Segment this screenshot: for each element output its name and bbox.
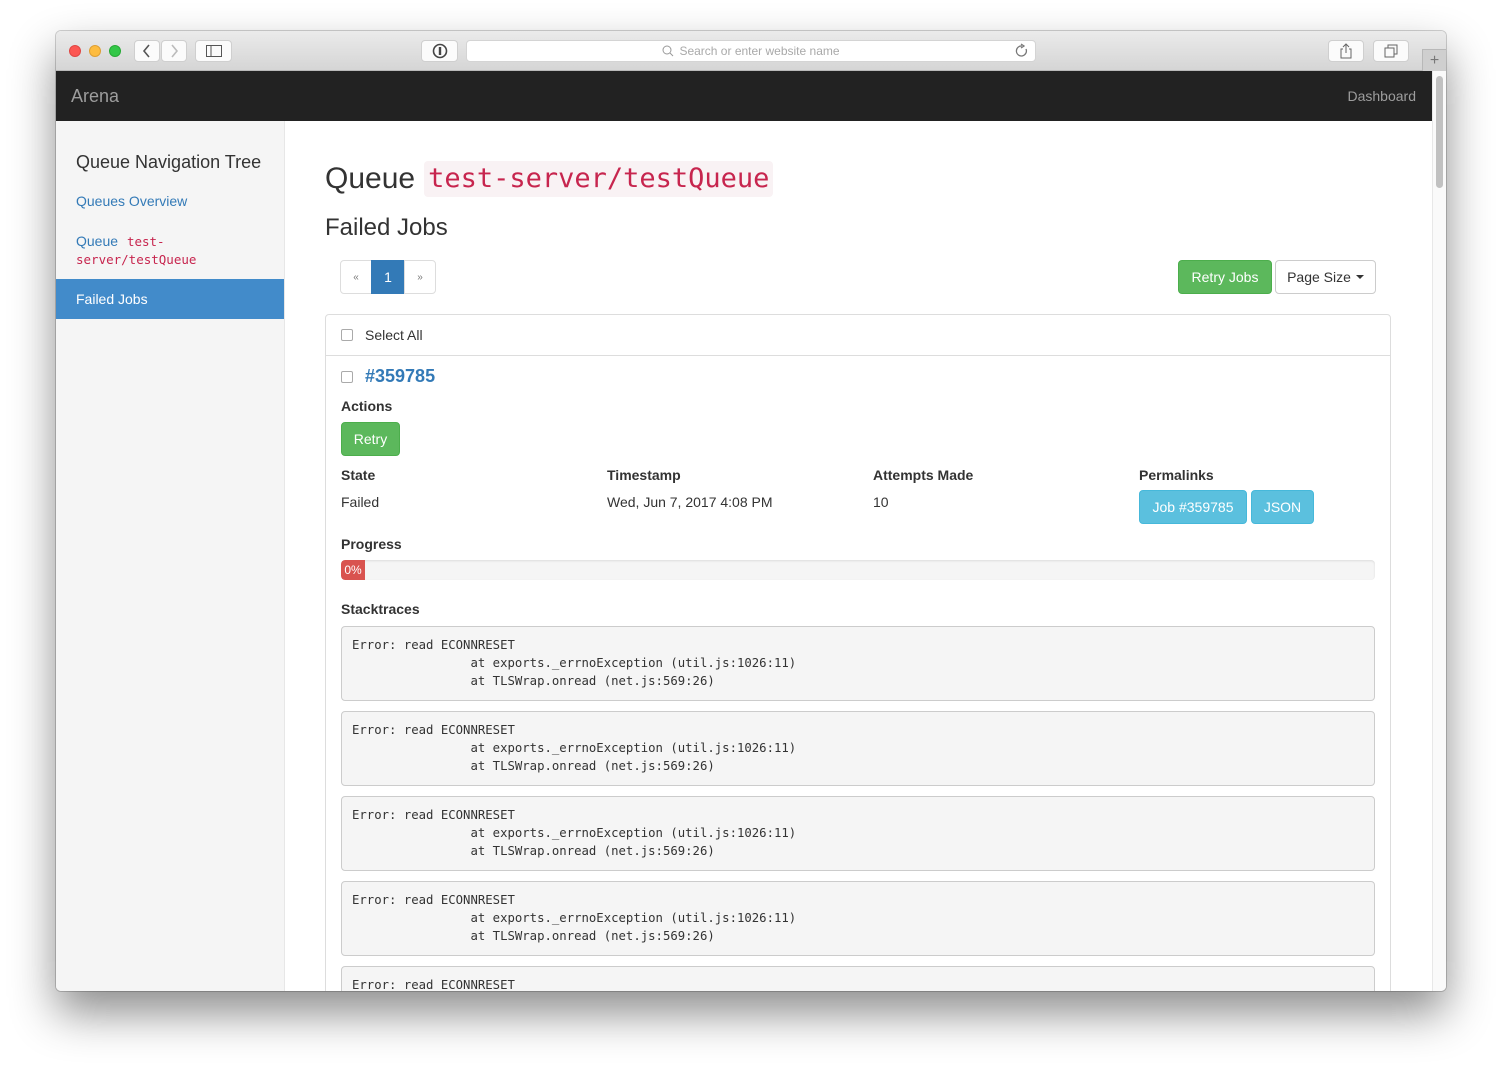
progress-bar-track: 0% bbox=[341, 560, 1375, 580]
permalink-json-button[interactable]: JSON bbox=[1251, 490, 1314, 524]
select-all-label[interactable]: Select All bbox=[365, 327, 423, 343]
address-placeholder: Search or enter website name bbox=[679, 44, 840, 58]
section-title: Failed Jobs bbox=[325, 214, 448, 241]
brand-link[interactable]: Arena bbox=[71, 86, 119, 107]
state-label: State bbox=[341, 467, 376, 483]
sidebar-icon bbox=[205, 45, 222, 57]
search-icon bbox=[662, 45, 674, 57]
stacktrace-block: Error: read ECONNRESET at exports._errno… bbox=[341, 626, 1375, 701]
share-button[interactable] bbox=[1328, 40, 1364, 62]
new-tab-icon: + bbox=[1429, 51, 1440, 69]
minimize-window-button[interactable] bbox=[89, 45, 101, 57]
dashboard-link[interactable]: Dashboard bbox=[1348, 88, 1417, 104]
navbar: Arena Dashboard bbox=[56, 71, 1432, 121]
stacktraces-label: Stacktraces bbox=[341, 601, 420, 617]
pagination-next[interactable]: » bbox=[404, 260, 436, 294]
retry-button[interactable]: Retry bbox=[341, 422, 400, 456]
scrollbar-thumb[interactable] bbox=[1436, 76, 1443, 188]
attempts-value: 10 bbox=[873, 494, 889, 510]
select-all-checkbox[interactable] bbox=[341, 329, 353, 341]
sidebar-queue-code-line2: server/testQueue bbox=[76, 252, 197, 267]
caret-down-icon bbox=[1355, 275, 1364, 279]
page-scrollbar[interactable] bbox=[1432, 71, 1446, 991]
password-button[interactable] bbox=[421, 40, 458, 62]
select-all-row: Select All bbox=[326, 315, 1390, 356]
pagination-prev[interactable]: « bbox=[340, 260, 372, 294]
sidebar-queue-label: Queue bbox=[76, 233, 119, 249]
job-checkbox[interactable] bbox=[341, 370, 353, 383]
tabs-icon bbox=[1384, 44, 1398, 58]
retry-jobs-button[interactable]: Retry Jobs bbox=[1178, 260, 1272, 294]
timestamp-value: Wed, Jun 7, 2017 4:08 PM bbox=[607, 494, 773, 510]
sidebar-title: Queue Navigation Tree bbox=[76, 152, 262, 172]
tabs-overview-button[interactable] bbox=[1373, 40, 1409, 62]
stacktrace-block: Error: read ECONNRESET at exports._errno… bbox=[341, 711, 1375, 786]
forward-icon bbox=[171, 44, 179, 58]
pagination-page-1[interactable]: 1 bbox=[371, 260, 405, 294]
stacktrace-block: Error: read ECONNRESET bbox=[341, 966, 1375, 991]
permalinks-label: Permalinks bbox=[1139, 467, 1214, 483]
new-tab-button[interactable]: + bbox=[1422, 49, 1446, 71]
main-content: Queue test-server/testQueue Failed Jobs … bbox=[325, 121, 1391, 991]
pagination: « 1 » bbox=[340, 260, 436, 294]
forward-button[interactable] bbox=[161, 40, 187, 62]
back-button[interactable] bbox=[134, 40, 160, 62]
sidebar-item-queues-overview[interactable]: Queues Overview bbox=[76, 193, 187, 209]
page-size-dropdown[interactable]: Page Size bbox=[1275, 260, 1376, 294]
browser-titlebar: Search or enter website name + bbox=[56, 31, 1446, 71]
back-icon bbox=[142, 44, 150, 58]
progress-bar-fill: 0% bbox=[341, 560, 365, 580]
close-window-button[interactable] bbox=[69, 45, 81, 57]
page-title-prefix: Queue bbox=[325, 162, 416, 195]
stacktrace-block: Error: read ECONNRESET at exports._errno… bbox=[341, 881, 1375, 956]
attempts-label: Attempts Made bbox=[873, 467, 974, 483]
job-header: #359785 bbox=[341, 366, 435, 387]
page-title: Queue test-server/testQueue bbox=[325, 161, 774, 197]
progress-label: Progress bbox=[341, 536, 402, 552]
job-id-link[interactable]: #359785 bbox=[365, 366, 435, 387]
share-icon bbox=[1340, 43, 1352, 59]
permalink-job-button[interactable]: Job #359785 bbox=[1139, 490, 1247, 524]
page-size-label: Page Size bbox=[1287, 269, 1351, 285]
queue-name: test-server/testQueue bbox=[424, 161, 774, 197]
zoom-window-button[interactable] bbox=[109, 45, 121, 57]
sidebar-item-queue[interactable]: Queue test- server/testQueue bbox=[76, 233, 196, 269]
stacktrace-block: Error: read ECONNRESET at exports._errno… bbox=[341, 796, 1375, 871]
sidebar-toggle-button[interactable] bbox=[195, 40, 232, 62]
address-bar[interactable]: Search or enter website name bbox=[466, 40, 1036, 62]
jobs-panel: Select All #359785 Actions Retry State F… bbox=[325, 314, 1391, 991]
sidebar-queue-code-line1: test- bbox=[126, 234, 165, 249]
sidebar-item-failed-jobs[interactable]: Failed Jobs bbox=[56, 279, 284, 319]
timestamp-label: Timestamp bbox=[607, 467, 681, 483]
sidebar: Queue Navigation Tree Queues Overview Qu… bbox=[56, 121, 285, 991]
actions-label: Actions bbox=[341, 398, 393, 414]
reload-icon[interactable] bbox=[1015, 43, 1029, 59]
state-value: Failed bbox=[341, 494, 380, 510]
password-icon bbox=[432, 43, 447, 59]
browser-window: Search or enter website name + Arena Das… bbox=[56, 31, 1446, 991]
